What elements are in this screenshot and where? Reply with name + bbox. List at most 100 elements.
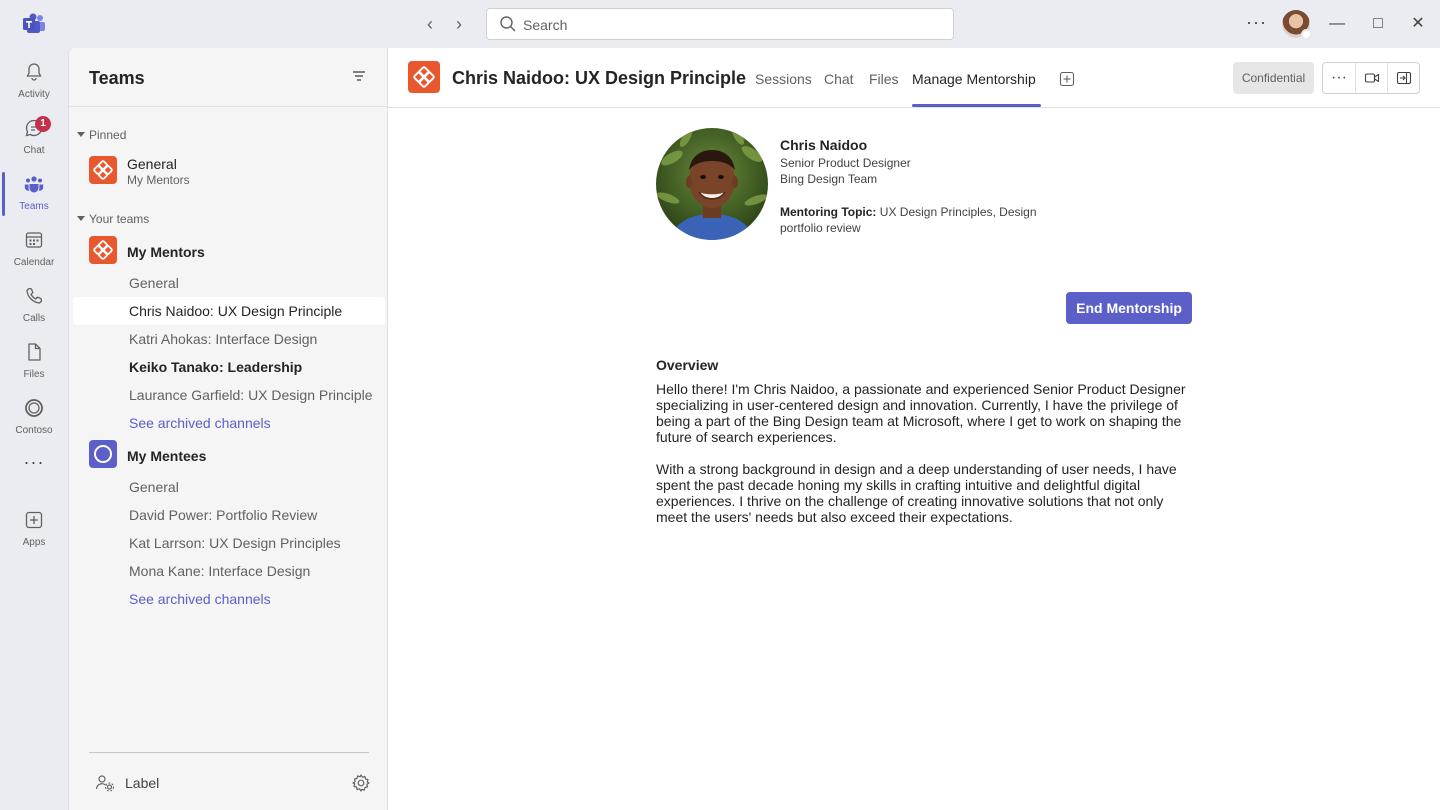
rail-label: Teams — [19, 201, 49, 212]
more-options-icon[interactable]: ··· — [1323, 63, 1355, 93]
rail-teams[interactable]: Teams — [0, 168, 68, 224]
title-bar: ‹ › Search ··· — □ ✕ — [0, 0, 1440, 48]
channel-item-unread[interactable]: Keiko Tanako: Leadership — [73, 353, 385, 381]
channel-item-selected[interactable]: Chris Naidoo: UX Design Principle — [73, 297, 385, 325]
mentoring-topic: Mentoring Topic: UX Design Principles, D… — [780, 204, 1040, 236]
pinned-section-header[interactable]: Pinned — [77, 128, 126, 142]
more-horizontal-icon: ··· — [23, 452, 45, 472]
header-actions: ··· — [1322, 62, 1420, 94]
phone-icon — [26, 287, 43, 304]
tab-sessions[interactable]: Sessions — [755, 71, 812, 87]
video-camera-icon — [1364, 73, 1379, 83]
meet-now-button[interactable] — [1355, 63, 1387, 93]
panel-title: Teams — [89, 68, 145, 88]
end-mentorship-button[interactable]: End Mentorship — [1066, 292, 1192, 324]
overview-heading: Overview — [656, 357, 719, 373]
section-label: Pinned — [89, 128, 127, 142]
people-settings-icon[interactable] — [95, 773, 115, 793]
sensitivity-label[interactable]: Confidential — [1233, 62, 1314, 94]
rail-label: Contoso — [15, 425, 53, 436]
channel-avatar — [408, 61, 440, 93]
profile-photo — [656, 128, 768, 240]
team-avatar — [89, 156, 117, 184]
more-options-icon[interactable]: ··· — [1246, 12, 1267, 33]
mentor-name: Chris Naidoo — [780, 137, 868, 153]
pinned-team-name: My Mentors — [127, 173, 190, 187]
pinned-channel-name: General — [127, 156, 177, 172]
apps-add-icon — [25, 511, 43, 529]
mentor-role: Senior Product Designer — [780, 156, 911, 170]
mentoring-icon — [413, 66, 435, 88]
unread-badge: 1 — [35, 116, 51, 132]
rail-calendar[interactable]: Calendar — [0, 224, 68, 280]
rail-contoso[interactable]: Contoso — [0, 392, 68, 448]
add-tab-icon[interactable] — [1059, 71, 1075, 87]
rail-label: Activity — [18, 89, 50, 100]
gear-icon[interactable] — [351, 773, 371, 793]
main-content: Chris Naidoo: UX Design Principle Sessio… — [388, 48, 1440, 810]
channel-header: Chris Naidoo: UX Design Principle Sessio… — [388, 48, 1440, 108]
rail-activity[interactable]: Activity — [0, 56, 68, 112]
filter-icon[interactable] — [351, 68, 367, 84]
channel-title: Chris Naidoo: UX Design Principle — [452, 68, 747, 88]
teams-panel: Teams Pinned General My Mentors Your tea… — [68, 48, 388, 810]
presence-indicator — [1301, 29, 1312, 40]
rail-label: Chat — [23, 145, 45, 156]
teams-icon — [24, 176, 44, 193]
rail-files[interactable]: Files — [0, 336, 68, 392]
close-icon[interactable]: ✕ — [1406, 12, 1430, 36]
portrait-image — [656, 128, 768, 240]
team-avatar — [89, 236, 117, 264]
rail-apps[interactable]: Apps — [0, 504, 68, 560]
channel-item[interactable]: General — [73, 269, 385, 297]
see-archived-channels-link[interactable]: See archived channels — [73, 409, 385, 437]
mentoring-icon — [93, 160, 113, 180]
rail-label: Calls — [22, 313, 46, 324]
search-icon — [500, 16, 516, 32]
team-avatar — [89, 440, 117, 468]
teams-logo-icon — [23, 13, 45, 33]
forward-arrow-icon[interactable]: › — [449, 14, 469, 34]
team-name: My Mentees — [127, 448, 207, 464]
minimize-icon[interactable]: — — [1325, 12, 1349, 36]
search-input[interactable]: Search — [486, 8, 954, 40]
overview-paragraph: Hello there! I'm Chris Naidoo, a passion… — [656, 381, 1186, 445]
ring-icon — [94, 445, 112, 463]
calendar-icon — [25, 232, 43, 248]
app-rail: Activity 1 Chat Teams Calendar Calls Fil… — [0, 48, 68, 810]
section-label: Your teams — [89, 212, 150, 226]
footer-label[interactable]: Label — [125, 775, 159, 791]
active-tab-indicator — [912, 104, 1041, 107]
mentor-team: Bing Design Team — [780, 172, 878, 186]
divider — [69, 106, 387, 107]
bell-icon — [26, 63, 42, 81]
team-name: My Mentors — [127, 244, 205, 260]
side-panel-icon — [1396, 71, 1411, 84]
channel-item[interactable]: Kat Larrson: UX Design Principles — [73, 529, 385, 557]
tab-files[interactable]: Files — [869, 71, 899, 87]
channel-item[interactable]: Katri Ahokas: Interface Design — [73, 325, 385, 353]
tab-manage-mentorship[interactable]: Manage Mentorship — [912, 71, 1036, 87]
contoso-icon — [25, 399, 43, 417]
your-teams-section-header[interactable]: Your teams — [77, 212, 149, 226]
channel-item[interactable]: Mona Kane: Interface Design — [73, 557, 385, 585]
rail-chat[interactable]: 1 Chat — [0, 112, 68, 168]
channel-item[interactable]: David Power: Portfolio Review — [73, 501, 385, 529]
collapse-caret-icon — [77, 132, 85, 137]
rail-label: Files — [23, 369, 45, 380]
open-side-panel-button[interactable] — [1387, 63, 1419, 93]
topic-label: Mentoring Topic: — [780, 205, 877, 219]
overview-paragraph: With a strong background in design and a… — [656, 461, 1177, 525]
rail-label: Apps — [22, 537, 46, 548]
rail-calls[interactable]: Calls — [0, 280, 68, 336]
divider — [89, 752, 369, 753]
see-archived-channels-link[interactable]: See archived channels — [73, 585, 385, 613]
search-placeholder: Search — [523, 17, 568, 33]
maximize-icon[interactable]: □ — [1366, 12, 1390, 36]
back-arrow-icon[interactable]: ‹ — [420, 14, 440, 34]
tab-chat[interactable]: Chat — [824, 71, 854, 87]
rail-more-apps[interactable]: ··· — [0, 452, 68, 476]
user-avatar[interactable] — [1282, 10, 1312, 40]
channel-item[interactable]: General — [73, 473, 385, 501]
channel-item[interactable]: Laurance Garfield: UX Design Principle — [73, 381, 385, 409]
